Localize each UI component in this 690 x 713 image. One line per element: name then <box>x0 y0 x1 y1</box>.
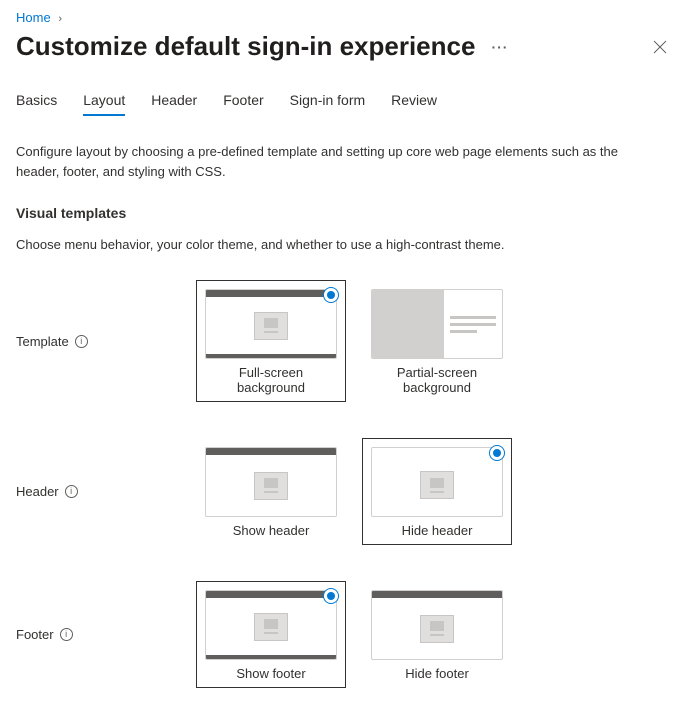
template-option-full-screen[interactable]: Full-screen background <box>196 280 346 402</box>
header-thumb-show <box>205 447 337 517</box>
template-option-full-label: Full-screen background <box>205 365 337 395</box>
header-option-label: Header i <box>16 484 196 499</box>
radio-selected-icon <box>489 445 505 461</box>
footer-option-hide[interactable]: Hide footer <box>362 581 512 688</box>
info-icon[interactable]: i <box>60 628 73 641</box>
close-icon <box>653 40 667 54</box>
radio-selected-icon <box>323 588 339 604</box>
footer-option-show-label: Show footer <box>205 666 337 681</box>
footer-option-hide-label: Hide footer <box>371 666 503 681</box>
visual-templates-heading: Visual templates <box>16 205 674 221</box>
template-thumb-full <box>205 289 337 359</box>
visual-templates-subtext: Choose menu behavior, your color theme, … <box>16 237 674 252</box>
template-option-partial-label: Partial-screen background <box>371 365 503 395</box>
breadcrumb: Home › <box>16 10 674 25</box>
tab-signin-form[interactable]: Sign-in form <box>290 86 365 116</box>
tab-bar: Basics Layout Header Footer Sign-in form… <box>16 86 674 116</box>
tab-basics[interactable]: Basics <box>16 86 57 116</box>
footer-option-show[interactable]: Show footer <box>196 581 346 688</box>
footer-thumb-show <box>205 590 337 660</box>
info-icon[interactable]: i <box>75 335 88 348</box>
tab-header[interactable]: Header <box>151 86 197 116</box>
more-actions-button[interactable]: ··· <box>487 35 512 59</box>
template-option-partial-screen[interactable]: Partial-screen background <box>362 280 512 402</box>
tab-footer[interactable]: Footer <box>223 86 263 116</box>
header-option-hide-label: Hide header <box>371 523 503 538</box>
page-title: Customize default sign-in experience ··· <box>16 31 512 62</box>
footer-option-label: Footer i <box>16 627 196 642</box>
layout-description: Configure layout by choosing a pre-defin… <box>16 142 656 181</box>
footer-thumb-hide <box>371 590 503 660</box>
header-option-show[interactable]: Show header <box>196 438 346 545</box>
template-thumb-partial <box>371 289 503 359</box>
breadcrumb-home-link[interactable]: Home <box>16 10 51 25</box>
tab-layout[interactable]: Layout <box>83 86 125 116</box>
template-label: Template i <box>16 334 196 349</box>
close-button[interactable] <box>646 33 674 61</box>
chevron-right-icon: › <box>58 13 62 25</box>
radio-selected-icon <box>323 287 339 303</box>
header-thumb-hide <box>371 447 503 517</box>
tab-review[interactable]: Review <box>391 86 437 116</box>
header-option-show-label: Show header <box>205 523 337 538</box>
header-option-hide[interactable]: Hide header <box>362 438 512 545</box>
info-icon[interactable]: i <box>65 485 78 498</box>
